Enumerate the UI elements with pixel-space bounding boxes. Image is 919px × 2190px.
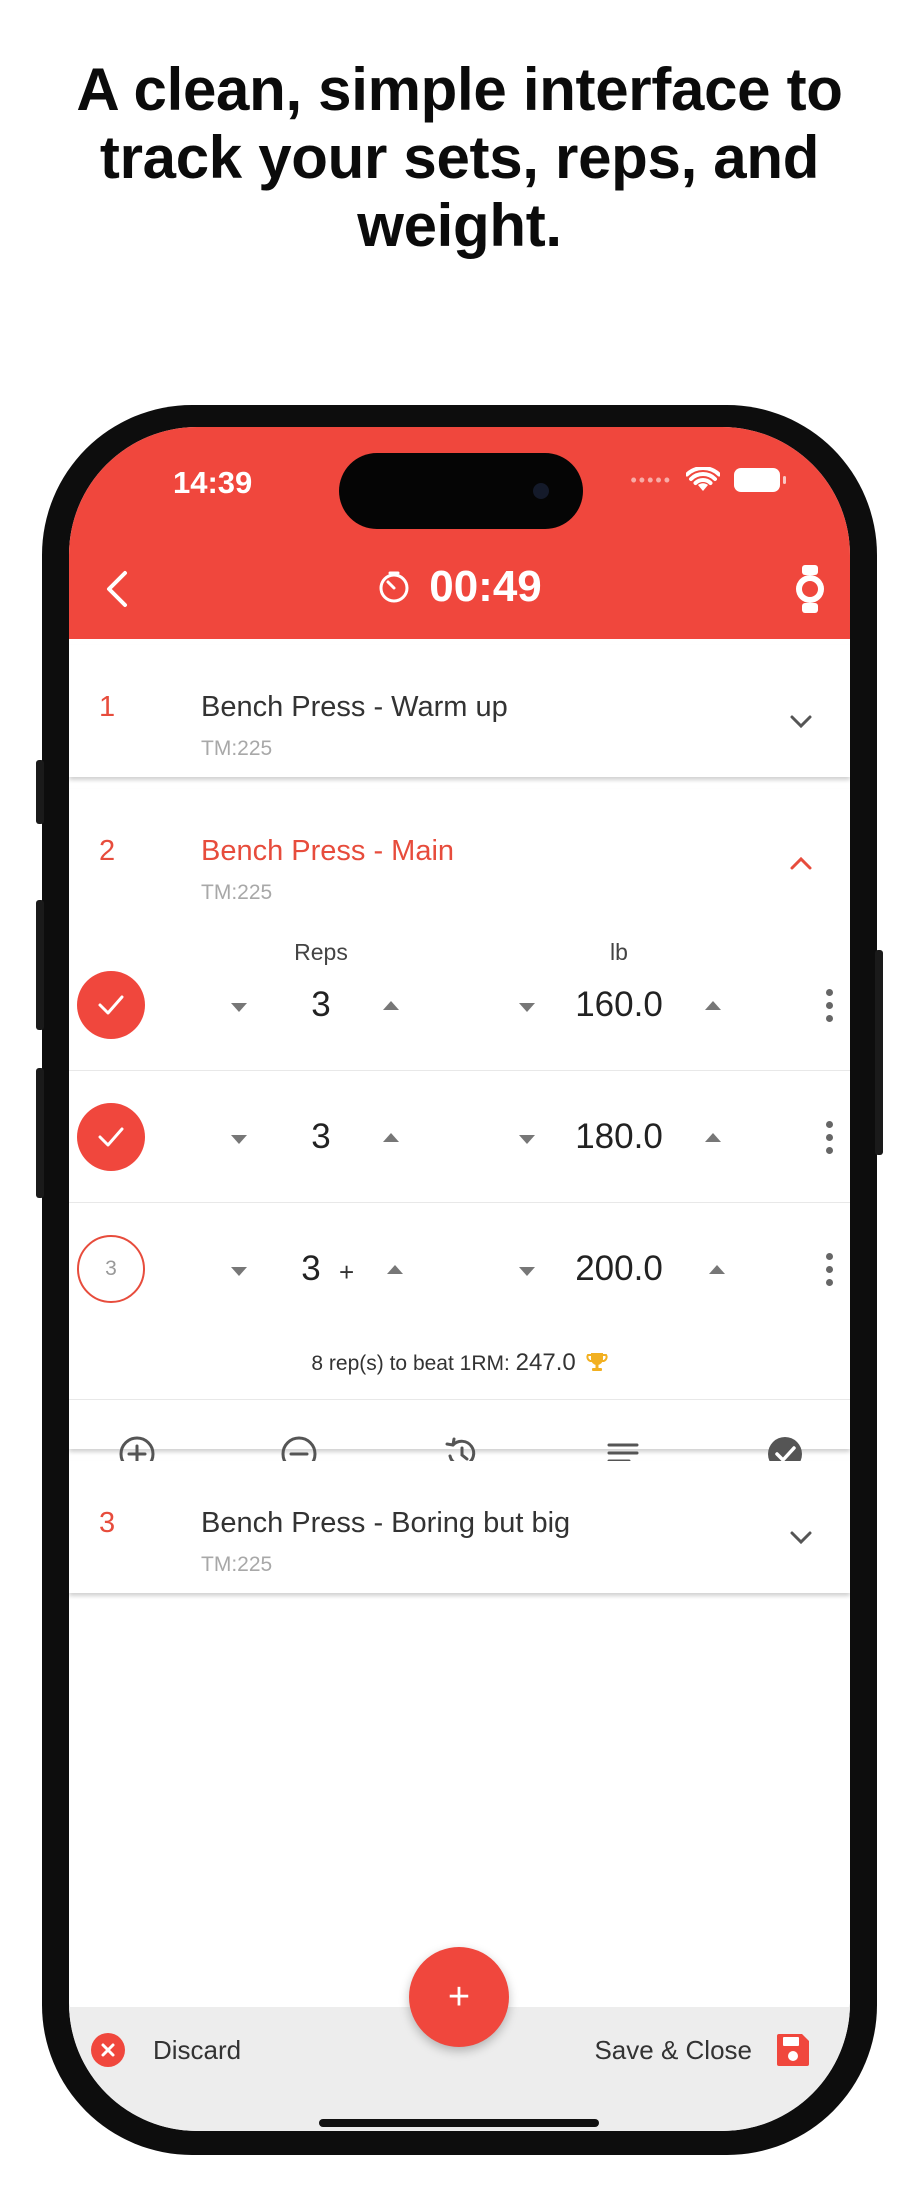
trophy-icon (586, 1353, 608, 1371)
weight-value[interactable]: 160.0 (559, 985, 679, 1025)
signal-dots-icon: ••••• (630, 469, 672, 490)
reps-decrement-button[interactable] (231, 1135, 247, 1144)
set-row-2: 3 180.0 (69, 1071, 850, 1203)
timer-value: 00:49 (429, 562, 542, 611)
beat-1rm-hint: 8 rep(s) to beat 1RM: 247.0 (69, 1349, 850, 1377)
reps-increment-button[interactable] (383, 1133, 399, 1142)
timer-icon (379, 571, 409, 603)
exercise-number: 2 (99, 835, 116, 867)
stopwatch-icon[interactable] (790, 563, 830, 615)
reps-decrement-button[interactable] (231, 1267, 247, 1276)
add-exercise-fab[interactable]: + (409, 1947, 509, 2047)
weight-decrement-button[interactable] (519, 1135, 535, 1144)
save-close-button[interactable]: Save & Close (594, 2035, 752, 2066)
amrap-indicator: + (339, 1257, 355, 1287)
app-bar: 14:39 ••••• 00:49 (69, 427, 850, 639)
set-row-1: 3 160.0 (69, 939, 850, 1071)
dynamic-island (339, 453, 583, 529)
exercise-card-3[interactable]: 3 Bench Press - Boring but big TM:225 (69, 1461, 850, 1593)
discard-button[interactable]: Discard (153, 2035, 241, 2066)
exercise-card-1[interactable]: 1 Bench Press - Warm up TM:225 (69, 645, 850, 777)
weight-increment-button[interactable] (709, 1265, 725, 1274)
status-time: 14:39 (173, 465, 253, 500)
power-button (875, 950, 883, 1155)
check-icon (98, 995, 124, 1015)
exercise-card-2: 2 Bench Press - Main TM:225 Reps lb 3 16… (69, 789, 850, 1472)
set-done-toggle[interactable] (77, 971, 145, 1039)
mute-switch (36, 760, 44, 824)
beat-text: 8 rep(s) to beat 1RM: (311, 1352, 510, 1375)
status-icons: ••••• (630, 467, 786, 493)
reps-decrement-button[interactable] (231, 1003, 247, 1012)
training-max: TM:225 (201, 737, 273, 760)
set-done-toggle[interactable]: 3 (77, 1235, 145, 1303)
reps-value[interactable]: 3 (281, 1117, 361, 1157)
chevron-down-icon[interactable] (788, 1529, 814, 1545)
discard-icon[interactable] (91, 2033, 125, 2067)
reps-increment-button[interactable] (387, 1265, 403, 1274)
chevron-down-icon[interactable] (788, 713, 814, 729)
check-icon (98, 1127, 124, 1147)
exercise-title: Bench Press - Warm up (201, 691, 508, 723)
reps-value[interactable]: 3 (281, 985, 361, 1025)
wifi-icon (686, 467, 720, 491)
exercise-title: Bench Press - Boring but big (201, 1507, 571, 1539)
weight-increment-button[interactable] (705, 1133, 721, 1142)
phone-screen: 14:39 ••••• 00:49 1 Bench Press - Warm u… (69, 427, 850, 2131)
weight-decrement-button[interactable] (519, 1003, 535, 1012)
training-max: TM:225 (201, 1553, 273, 1576)
volume-down-button (36, 1068, 44, 1198)
headline: A clean, simple interface to track your … (76, 56, 843, 259)
reps-increment-button[interactable] (383, 1001, 399, 1010)
chevron-up-icon[interactable] (788, 855, 814, 871)
weight-decrement-button[interactable] (519, 1267, 535, 1276)
camera-lens (533, 483, 549, 499)
set-done-toggle[interactable] (77, 1103, 145, 1171)
rest-timer[interactable]: 00:49 (69, 562, 850, 612)
one-rm-value: 247.0 (515, 1349, 576, 1376)
set-menu-icon[interactable] (826, 1121, 834, 1155)
exercise-number: 1 (99, 691, 116, 723)
home-indicator (319, 2119, 599, 2127)
save-icon[interactable] (774, 2031, 812, 2069)
weight-increment-button[interactable] (705, 1001, 721, 1010)
set-row-3: 3 3 + 200.0 (69, 1203, 850, 1335)
volume-up-button (36, 900, 44, 1030)
set-menu-icon[interactable] (826, 1253, 834, 1287)
exercise-title[interactable]: Bench Press - Main (201, 835, 454, 868)
weight-value[interactable]: 200.0 (559, 1249, 679, 1289)
training-max: TM:225 (201, 881, 273, 904)
reps-value[interactable]: 3 (281, 1249, 341, 1289)
set-menu-icon[interactable] (826, 989, 834, 1023)
weight-value[interactable]: 180.0 (559, 1117, 679, 1157)
exercise-number: 3 (99, 1507, 116, 1539)
battery-icon (734, 468, 786, 492)
close-icon (101, 2043, 115, 2057)
